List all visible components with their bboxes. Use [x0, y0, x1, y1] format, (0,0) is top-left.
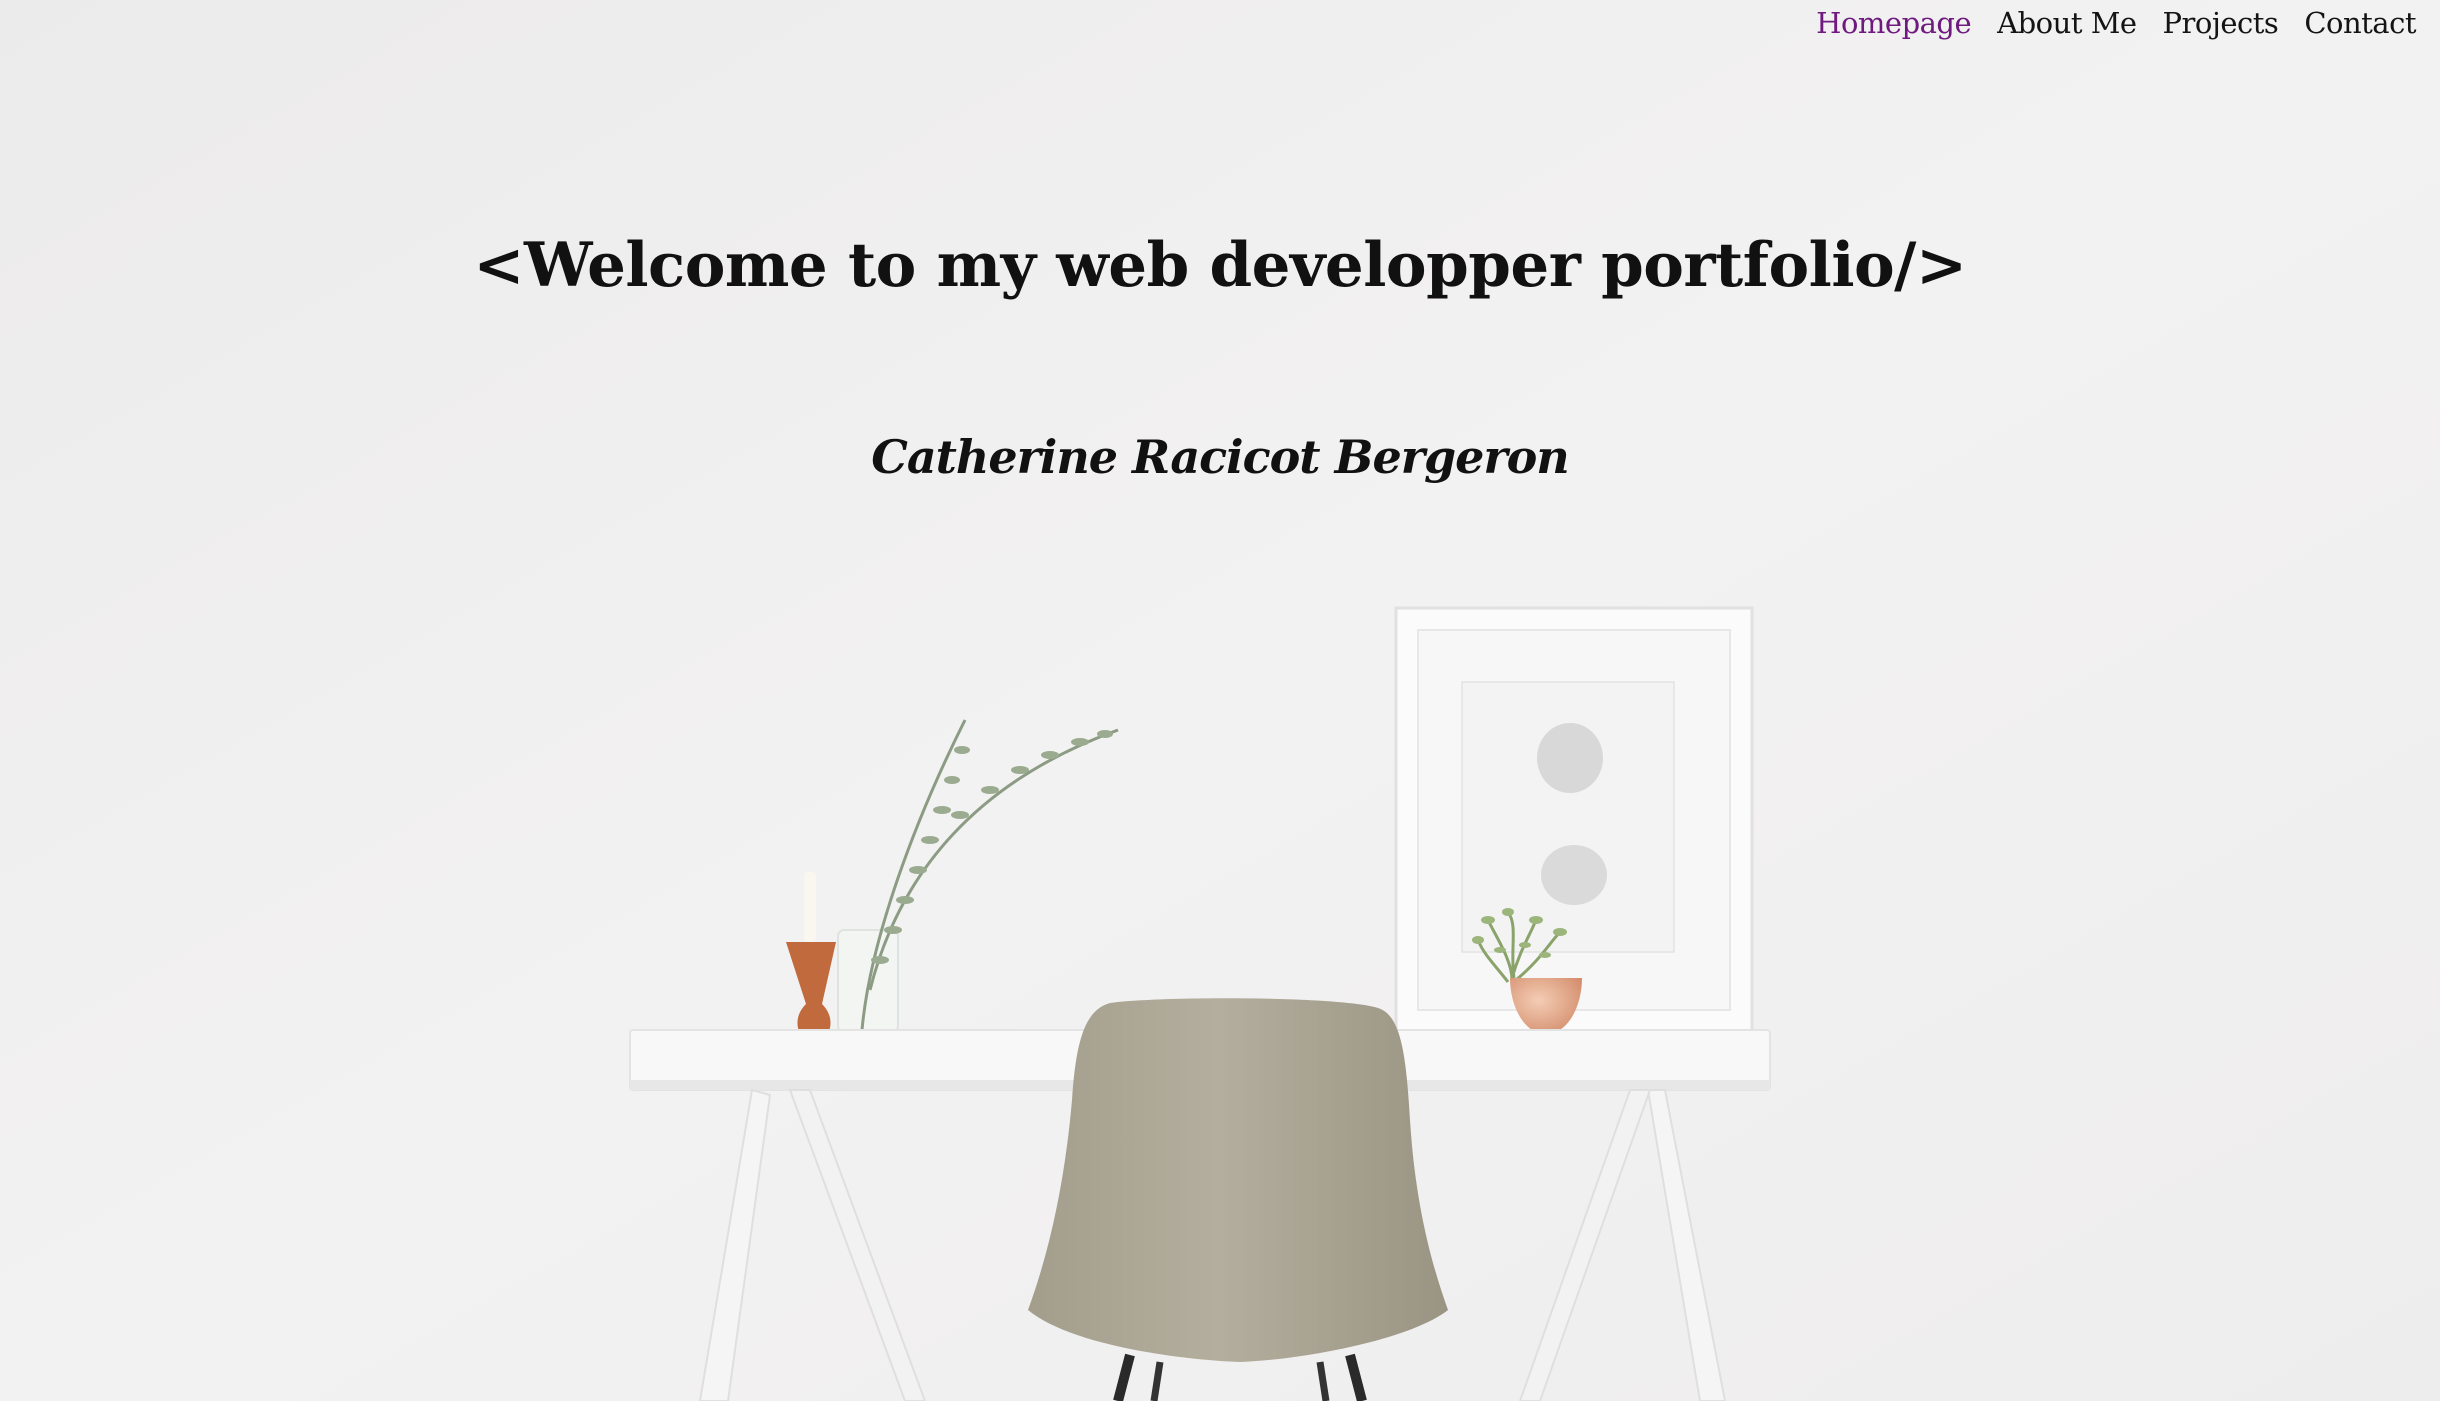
hero-background-image	[0, 0, 2440, 1401]
main-navigation: Homepage About Me Projects Contact	[1816, 6, 2416, 40]
nav-link-projects[interactable]: Projects	[2163, 6, 2279, 40]
nav-link-homepage[interactable]: Homepage	[1816, 6, 1972, 40]
nav-link-contact[interactable]: Contact	[2304, 6, 2416, 40]
nav-link-about-me[interactable]: About Me	[1997, 6, 2137, 40]
hero-title: <Welcome to my web developper portfolio/…	[473, 230, 1967, 301]
hero-author-name: Catherine Racicot Bergeron	[871, 430, 1570, 484]
picture-frame	[1394, 606, 1754, 1034]
